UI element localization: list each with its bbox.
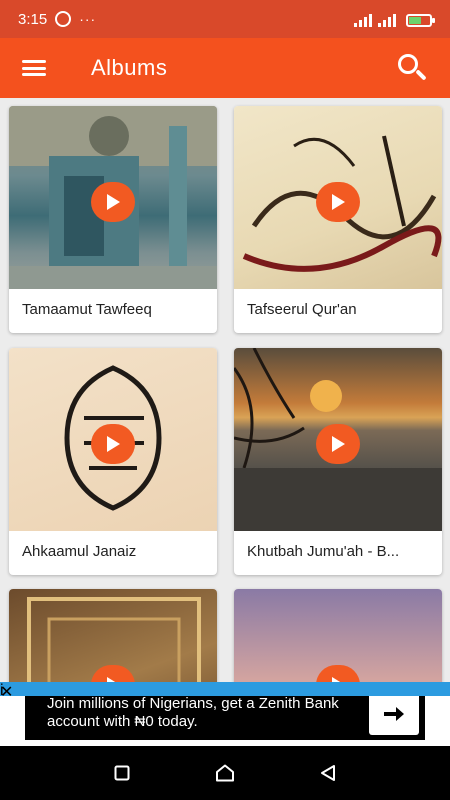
play-icon[interactable]: [91, 182, 135, 222]
page-title: Albums: [91, 55, 168, 80]
ad-text: Join millions of Nigerians, get a Zenith…: [47, 695, 339, 730]
status-time: 3:15: [18, 10, 48, 28]
ad-arrow-button[interactable]: [369, 693, 419, 735]
recent-apps-button[interactable]: [110, 761, 134, 785]
arrow-right-icon: [384, 707, 404, 721]
album-title: Ahkaamul Janaiz: [22, 543, 137, 560]
play-icon[interactable]: [316, 665, 360, 682]
ad-info-icon[interactable]: i: [0, 682, 450, 699]
album-thumbnail: [234, 589, 442, 682]
album-thumbnail: [9, 589, 217, 682]
more-notifications-icon: ···: [79, 11, 97, 27]
battery-icon: [406, 14, 435, 27]
album-title: Tafseerul Qur'an: [247, 301, 357, 318]
menu-icon[interactable]: [22, 60, 46, 76]
app-screen: 3:15 ··· Albums Tamaamut Tawfeeq Tafseer…: [0, 0, 450, 800]
ad-close-icon[interactable]: ✕: [0, 682, 14, 701]
album-thumbnail: [9, 348, 217, 531]
signal-icon: [354, 13, 372, 27]
system-nav-bar: [0, 746, 450, 800]
app-bar: Albums: [0, 38, 450, 98]
back-button[interactable]: [316, 761, 340, 785]
album-thumbnail: [234, 348, 442, 531]
status-bar: 3:15 ···: [0, 0, 450, 38]
play-icon[interactable]: [316, 424, 360, 464]
album-grid: Tamaamut Tawfeeq Tafseerul Qur'an Ahkaam…: [0, 98, 450, 682]
album-card[interactable]: [234, 589, 442, 682]
search-icon[interactable]: [396, 52, 428, 84]
album-card[interactable]: Khutbah Jumu'ah - B...: [234, 348, 442, 575]
status-icons: [354, 11, 435, 27]
album-title: Tamaamut Tawfeeq: [22, 301, 152, 318]
play-icon[interactable]: [91, 424, 135, 464]
play-icon[interactable]: [316, 182, 360, 222]
album-card[interactable]: Tamaamut Tawfeeq: [9, 106, 217, 333]
album-title: Khutbah Jumu'ah - B...: [247, 543, 400, 560]
album-thumbnail: [9, 106, 217, 289]
album-thumbnail: [234, 106, 442, 289]
album-card[interactable]: Ahkaamul Janaiz: [9, 348, 217, 575]
signal-icon-2: [378, 13, 396, 27]
album-card[interactable]: Tafseerul Qur'an: [234, 106, 442, 333]
whatsapp-icon: [55, 11, 72, 27]
album-card[interactable]: [9, 589, 217, 682]
home-button[interactable]: [213, 761, 237, 785]
